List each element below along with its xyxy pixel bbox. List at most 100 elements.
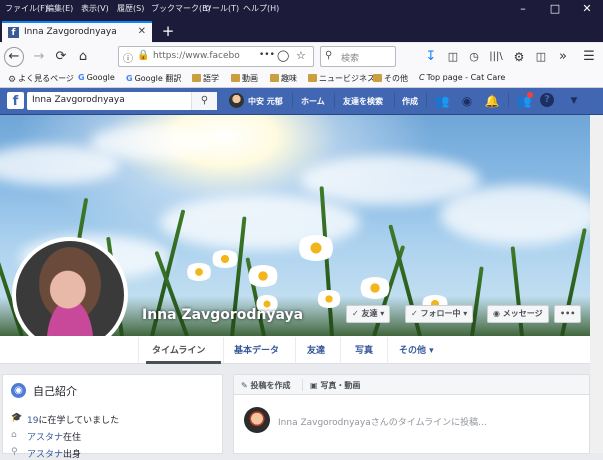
composer-avatar: [244, 407, 270, 433]
help-question-icon[interactable]: ?: [540, 93, 554, 107]
tab-about[interactable]: 基本データ: [234, 343, 279, 356]
message-button[interactable]: ◉ メッセージ: [487, 305, 549, 323]
camera-icon: ▣: [310, 381, 318, 390]
folder-icon: [270, 74, 279, 82]
more-options-button[interactable]: •••: [554, 305, 582, 323]
tab-divider: [138, 337, 139, 363]
hometown-link[interactable]: アスタナ: [27, 450, 63, 460]
lock-icon: 🔒: [137, 50, 150, 61]
notification-dot: [527, 92, 533, 98]
search-icon[interactable]: ⚲: [191, 92, 217, 110]
overflow-chevron-icon[interactable]: »: [552, 46, 574, 68]
sidebar-icon[interactable]: ◫: [530, 46, 552, 68]
post-composer: ✎ 投稿を作成 ▣ 写真・動画 Inna Zavgorodnyayaさんのタイム…: [233, 374, 590, 454]
menu-tools[interactable]: ツール(T): [204, 3, 239, 14]
bookmark-folder-new-business[interactable]: ニュービジネス: [308, 73, 375, 84]
tab-divider: [302, 379, 303, 391]
user-avatar[interactable]: [229, 93, 244, 108]
history-clock-icon[interactable]: ◷: [463, 46, 485, 68]
close-tab-icon[interactable]: ✕: [138, 26, 146, 37]
chevron-down-icon: ▾: [463, 309, 468, 318]
folder-icon: [373, 74, 382, 82]
bookmark-folder-hobby[interactable]: 趣味: [270, 73, 297, 84]
education-icon: 🎓: [11, 413, 23, 423]
library-icon[interactable]: |||\: [485, 46, 507, 68]
menu-history[interactable]: 履歴(S): [117, 3, 144, 14]
find-friends-link[interactable]: 友達を検索: [343, 96, 383, 107]
url-text[interactable]: https://www.facebo: [153, 51, 253, 61]
folder-icon[interactable]: ◫: [442, 46, 464, 68]
nav-divider: [508, 93, 509, 108]
bookmark-folder-video[interactable]: 動画: [231, 73, 258, 84]
composer-input[interactable]: Inna Zavgorodnyayaさんのタイムラインに投稿...: [278, 415, 487, 428]
bookmark-star-icon[interactable]: ☆: [296, 49, 306, 62]
bookmark-folder-language[interactable]: 語学: [192, 73, 219, 84]
intro-line-lives-in: アスタナ在住: [27, 433, 82, 443]
page-actions-icon[interactable]: •••: [259, 50, 275, 60]
bookmark-folder-other[interactable]: その他: [373, 73, 408, 84]
url-bar[interactable]: ⓘ 🔒 https://www.facebo ••• ◯ ☆: [118, 46, 314, 67]
menu-file[interactable]: ファイル(F): [5, 3, 48, 14]
download-icon[interactable]: ↧: [420, 46, 442, 68]
gear-icon[interactable]: ⚙: [508, 46, 530, 68]
active-tab-indicator: [146, 361, 221, 364]
school-link[interactable]: 19: [27, 416, 38, 426]
chevron-down-icon: ▾: [429, 346, 434, 356]
pocket-icon[interactable]: ◯: [277, 49, 289, 62]
reload-icon[interactable]: ⟳: [50, 46, 72, 68]
menu-help[interactable]: ヘルプ(H): [243, 3, 279, 14]
bookmark-google-translate[interactable]: G Google 翻訳: [126, 73, 181, 84]
menu-edit[interactable]: 編集(E): [46, 3, 73, 14]
bookmarks-bar: ⚙ よく見るページ G Google G Google 翻訳 語学 動画 趣味 ニュー…: [0, 71, 603, 88]
tab-title: Inna Zavgorodnyaya: [24, 27, 117, 37]
page-scrollbar[interactable]: [590, 115, 603, 453]
minimize-icon[interactable]: –: [507, 1, 539, 17]
friend-requests-icon[interactable]: 👥: [434, 93, 450, 109]
check-icon: ✓: [352, 309, 359, 318]
create-link[interactable]: 作成: [402, 96, 418, 107]
tab-more[interactable]: その他 ▾: [399, 343, 434, 356]
gear-icon: ⚙: [8, 75, 17, 85]
browser-tab[interactable]: f Inna Zavgorodnyaya ✕: [2, 21, 152, 43]
intro-line-from: アスタナ出身: [27, 450, 82, 460]
close-window-icon[interactable]: ✕: [571, 1, 603, 17]
folder-icon: [231, 74, 240, 82]
tab-divider: [387, 337, 388, 363]
create-post-tab[interactable]: ✎ 投稿を作成: [241, 380, 291, 391]
home-link[interactable]: ホーム: [301, 96, 325, 107]
bookmark-google[interactable]: G Google: [78, 73, 115, 82]
forward-icon[interactable]: →: [28, 46, 50, 68]
new-tab-icon[interactable]: +: [158, 22, 178, 40]
info-icon[interactable]: ⓘ: [123, 50, 133, 65]
facebook-logo-icon[interactable]: f: [7, 92, 24, 109]
messenger-icon: ◉: [493, 309, 500, 318]
facebook-search-input[interactable]: Inna Zavgorodnyaya ⚲: [27, 92, 217, 110]
folder-icon: [308, 74, 317, 82]
bookmark-cat-care[interactable]: C Top page - Cat Care: [419, 73, 505, 82]
tab-photos[interactable]: 写真: [355, 343, 373, 356]
home-icon[interactable]: ⌂: [72, 46, 94, 68]
current-city-link[interactable]: アスタナ: [27, 433, 63, 443]
cat-care-icon: C: [419, 73, 425, 82]
home-icon: ⌂: [11, 430, 17, 440]
menu-view[interactable]: 表示(V): [81, 3, 109, 14]
menu-bookmarks[interactable]: ブックマーク(B): [151, 3, 211, 14]
back-icon[interactable]: ←: [4, 47, 24, 67]
user-name-link[interactable]: 中安 元郁: [248, 96, 283, 107]
hamburger-menu-icon[interactable]: ☰: [578, 46, 600, 68]
tab-timeline[interactable]: タイムライン: [152, 343, 205, 356]
messenger-icon[interactable]: ◉: [459, 93, 475, 109]
intro-heading: 自己紹介: [33, 385, 77, 398]
account-menu-chevron-icon[interactable]: ▼: [566, 93, 582, 109]
photo-video-tab[interactable]: ▣ 写真・動画: [310, 380, 360, 391]
facebook-search-value: Inna Zavgorodnyaya: [32, 95, 125, 105]
search-bar[interactable]: ⚲ 検索: [320, 46, 396, 67]
maximize-icon[interactable]: □: [539, 1, 571, 17]
tab-friends[interactable]: 友達: [307, 343, 325, 356]
notifications-bell-icon[interactable]: 🔔: [484, 93, 500, 109]
google-icon: G: [126, 74, 133, 83]
nav-divider: [292, 93, 293, 108]
following-button[interactable]: ✓ フォロー中 ▾: [405, 305, 474, 323]
bookmark-most-visited[interactable]: ⚙ よく見るページ: [8, 73, 74, 85]
friends-button[interactable]: ✓ 友達 ▾: [346, 305, 391, 323]
